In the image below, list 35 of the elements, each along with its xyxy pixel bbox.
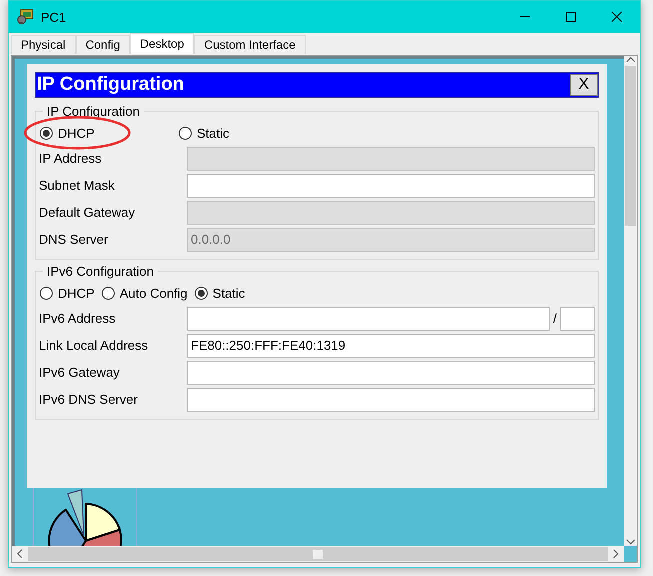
tab[interactable]: Physical bbox=[11, 35, 76, 54]
field-label: IPv6 DNS Server bbox=[39, 392, 139, 407]
radio-option[interactable]: DHCP bbox=[39, 126, 178, 140]
tab[interactable]: Custom Interface bbox=[194, 35, 306, 54]
scroll-thumb[interactable] bbox=[313, 550, 323, 558]
close-icon bbox=[611, 11, 623, 23]
radio-option[interactable]: Static bbox=[178, 126, 236, 140]
dialog-title: IP Configuration bbox=[37, 74, 184, 96]
tab[interactable]: Config bbox=[76, 35, 130, 54]
vertical-scrollbar[interactable] bbox=[624, 56, 637, 546]
field-label: IP Address bbox=[39, 151, 103, 166]
field-label: DNS Server bbox=[39, 232, 110, 247]
text-field[interactable] bbox=[187, 388, 595, 412]
group-title: IPv6 Configuration bbox=[46, 264, 155, 279]
group-title: IP Configuration bbox=[46, 104, 141, 119]
pc-app-icon bbox=[17, 9, 35, 25]
field-label: IPv6 Gateway bbox=[39, 365, 121, 380]
maximize-icon bbox=[565, 11, 577, 23]
text-field[interactable] bbox=[187, 360, 595, 384]
text-field[interactable]: FE80::250:FFF:FE40:1319 bbox=[187, 334, 595, 358]
tab[interactable]: Desktop bbox=[130, 33, 194, 54]
scrollbar-corner bbox=[624, 546, 637, 562]
prefix-field[interactable] bbox=[560, 306, 595, 330]
radio-option[interactable]: Auto Config bbox=[100, 286, 194, 300]
separator-text: / bbox=[553, 311, 557, 326]
text-field[interactable] bbox=[187, 306, 550, 330]
text-field[interactable] bbox=[187, 174, 595, 198]
window-title: PC1 bbox=[41, 10, 66, 24]
field-label: Default Gateway bbox=[39, 205, 136, 220]
field-label: Subnet Mask bbox=[39, 178, 116, 193]
radio-option[interactable]: Static bbox=[194, 286, 252, 300]
radio-option[interactable]: DHCP bbox=[39, 286, 101, 300]
field-label: IPv6 Address bbox=[39, 311, 117, 326]
field-label: Link Local Address bbox=[39, 338, 150, 353]
close-button[interactable]: X bbox=[570, 74, 598, 96]
